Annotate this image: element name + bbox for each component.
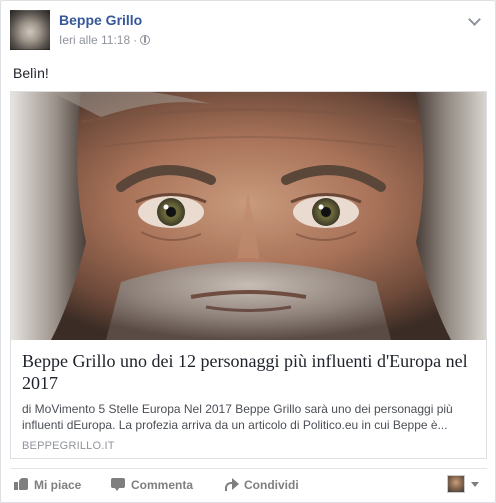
comment-button[interactable]: Commenta: [111, 477, 193, 492]
author-name[interactable]: Beppe Grillo: [59, 12, 142, 28]
chevron-down-icon[interactable]: [465, 14, 483, 28]
viewer-selector[interactable]: [447, 475, 483, 495]
link-preview-image[interactable]: [11, 92, 486, 340]
share-icon: [224, 477, 239, 491]
link-domain: BEPPEGRILLO.IT: [22, 440, 115, 452]
post-actions-bar: Mi piace Commenta Condividi: [10, 468, 487, 500]
share-label: Condividi: [244, 478, 299, 492]
author-avatar[interactable]: [10, 10, 50, 50]
share-button[interactable]: Condividi: [224, 477, 299, 492]
post-timestamp[interactable]: Ieri alle 11:18: [59, 33, 130, 47]
post-header: Beppe Grillo Ieri alle 11:18 ·: [10, 10, 483, 50]
like-label: Mi piace: [34, 478, 82, 492]
post-message: Belìn!: [13, 65, 49, 81]
comment-label: Commenta: [131, 478, 194, 492]
link-attachment[interactable]: Beppe Grillo uno dei 12 personaggi più i…: [10, 91, 487, 459]
like-button[interactable]: Mi piace: [14, 477, 81, 492]
comment-icon: [111, 477, 126, 491]
face-photo: [11, 92, 486, 340]
link-title[interactable]: Beppe Grillo uno dei 12 personaggi più i…: [22, 350, 477, 394]
viewer-avatar: [447, 475, 465, 493]
caret-down-icon: [471, 482, 479, 487]
globe-icon[interactable]: [140, 35, 151, 45]
meta-separator: ·: [133, 33, 138, 47]
link-description: di MoVimento 5 Stelle Europa Nel 2017 Be…: [22, 402, 453, 432]
post-meta: Ieri alle 11:18 ·: [59, 33, 151, 47]
thumbs-up-icon: [14, 477, 29, 491]
post-card: Beppe Grillo Ieri alle 11:18 · Belìn! Be…: [0, 0, 496, 503]
